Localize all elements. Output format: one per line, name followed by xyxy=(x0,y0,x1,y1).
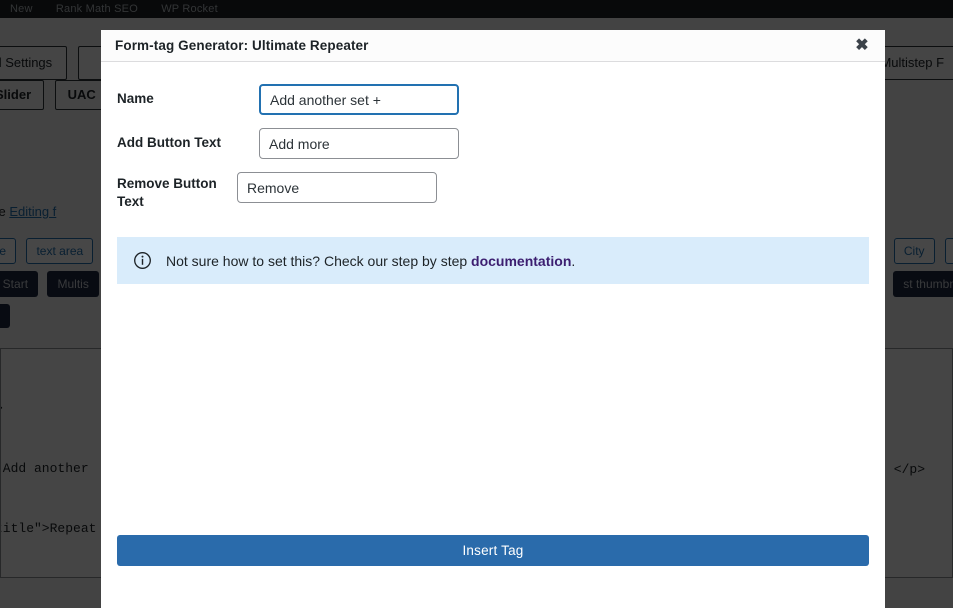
name-input[interactable] xyxy=(259,84,459,115)
modal-title: Form-tag Generator: Ultimate Repeater xyxy=(115,38,369,53)
label-remove-button-text: Remove Button Text xyxy=(117,172,237,211)
notice-text: Not sure how to set this? Check our step… xyxy=(166,252,575,270)
field-row-add-button-text: Add Button Text xyxy=(117,128,869,159)
remove-button-text-input[interactable] xyxy=(237,172,437,203)
field-row-name: Name xyxy=(117,84,869,115)
modal-header: Form-tag Generator: Ultimate Repeater ✖ xyxy=(101,30,885,62)
form-tag-generator-modal: Form-tag Generator: Ultimate Repeater ✖ … xyxy=(101,30,885,608)
label-add-button-text: Add Button Text xyxy=(117,128,259,152)
documentation-link[interactable]: documentation xyxy=(471,253,571,269)
label-name: Name xyxy=(117,84,259,108)
screen: New Rank Math SEO WP Rocket onal Setting… xyxy=(0,0,953,608)
info-circle-icon xyxy=(133,251,152,270)
notice-text-before: Not sure how to set this? Check our step… xyxy=(166,253,471,269)
field-row-remove-button-text: Remove Button Text xyxy=(117,172,869,211)
close-icon[interactable]: ✖ xyxy=(849,33,875,59)
insert-tag-button[interactable]: Insert Tag xyxy=(117,535,869,566)
modal-body: Name Add Button Text Remove Button Text … xyxy=(101,62,885,535)
documentation-notice: Not sure how to set this? Check our step… xyxy=(117,237,869,284)
modal-footer: Insert Tag xyxy=(101,535,885,608)
notice-text-after: . xyxy=(571,253,575,269)
add-button-text-input[interactable] xyxy=(259,128,459,159)
